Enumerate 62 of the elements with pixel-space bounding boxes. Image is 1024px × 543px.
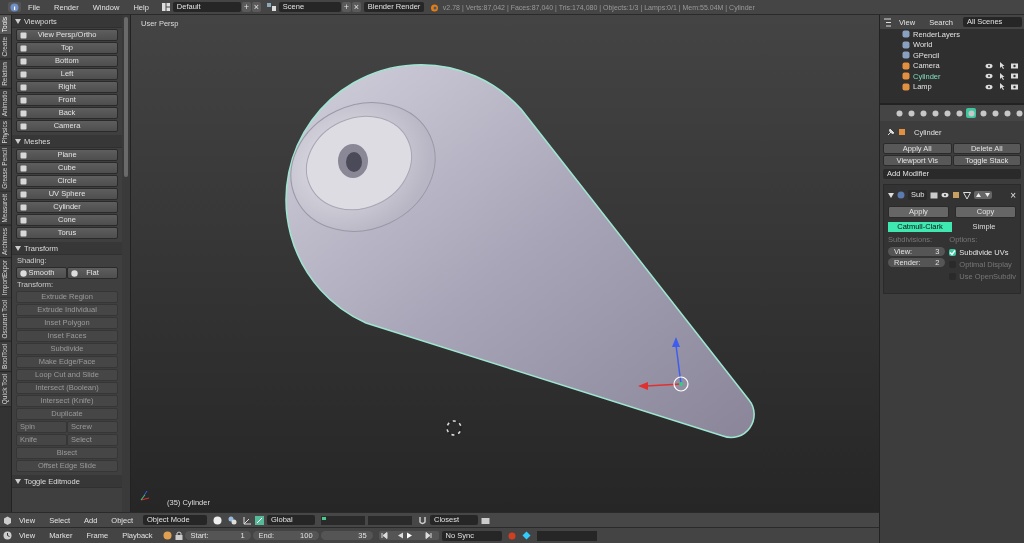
keyframe-icon[interactable] [521, 531, 531, 540]
scrollbar-thumb[interactable] [124, 17, 128, 177]
monitor-icon[interactable] [930, 191, 939, 199]
eye-icon[interactable] [985, 83, 993, 90]
property-tab[interactable] [930, 108, 940, 118]
property-tab[interactable] [954, 108, 964, 118]
property-tab[interactable] [1014, 108, 1024, 118]
property-tab[interactable] [966, 108, 976, 118]
check-icon [949, 248, 957, 256]
playback-controls-icon[interactable] [378, 531, 439, 540]
collapse-arrow-icon [15, 478, 21, 484]
triangle-icon[interactable] [963, 191, 972, 199]
scene-icon[interactable] [266, 3, 276, 11]
sphere-icon [897, 191, 905, 199]
property-tab[interactable] [1002, 108, 1012, 118]
property-tab[interactable] [978, 108, 988, 118]
info-editor-button[interactable] [8, 2, 21, 12]
remove-button[interactable]: × [351, 2, 361, 12]
property-tab[interactable] [894, 108, 904, 118]
pin-icon[interactable] [887, 128, 895, 136]
magnet-icon[interactable] [418, 515, 428, 525]
property-tab[interactable] [918, 108, 928, 118]
axis-icon [140, 490, 150, 501]
sphere-icon [20, 269, 27, 277]
eye-icon[interactable] [985, 73, 993, 80]
add-button[interactable]: + [241, 2, 251, 12]
remove-button[interactable]: × [251, 2, 261, 12]
checkbox[interactable] [949, 248, 957, 256]
3d-cursor-icon [446, 420, 462, 436]
collapse-arrow-icon [15, 18, 21, 24]
camera-icon[interactable] [1011, 62, 1018, 69]
add-button[interactable]: + [341, 2, 351, 12]
property-tab[interactable] [990, 108, 1000, 118]
cube-icon [898, 128, 906, 136]
camera-icon[interactable] [1011, 83, 1018, 90]
move-gizmo-drawing[interactable] [638, 337, 689, 392]
lock-icon[interactable] [174, 531, 183, 540]
pivot-icon[interactable] [228, 515, 238, 525]
collapse-arrow-icon[interactable] [888, 192, 894, 198]
property-tab[interactable] [906, 108, 916, 118]
keying-set-field[interactable] [536, 530, 597, 541]
axes-icon[interactable] [243, 515, 253, 525]
layout-grid-icon[interactable] [161, 3, 170, 11]
collapse-arrow-icon [15, 138, 21, 144]
record-icon[interactable] [162, 531, 172, 540]
cube-icon[interactable] [3, 515, 12, 525]
collapse-arrow-icon [15, 245, 21, 251]
sphere-icon [71, 269, 78, 277]
cone-model-drawing[interactable] [285, 64, 755, 439]
transform-icon[interactable] [255, 515, 265, 525]
info-icon [10, 2, 19, 12]
property-tab[interactable] [942, 108, 952, 118]
sphere-icon[interactable] [213, 515, 223, 525]
close-button[interactable]: × [1010, 189, 1016, 201]
list-icon[interactable] [883, 17, 892, 27]
blender-logo-icon [429, 2, 439, 12]
clock-icon[interactable] [3, 531, 12, 540]
eye-icon[interactable] [985, 62, 993, 69]
eye-icon[interactable] [941, 192, 950, 198]
layer-grid-icon[interactable] [321, 515, 366, 525]
camera-icon[interactable] [1011, 73, 1018, 80]
move-arrows-icon[interactable] [974, 191, 993, 199]
